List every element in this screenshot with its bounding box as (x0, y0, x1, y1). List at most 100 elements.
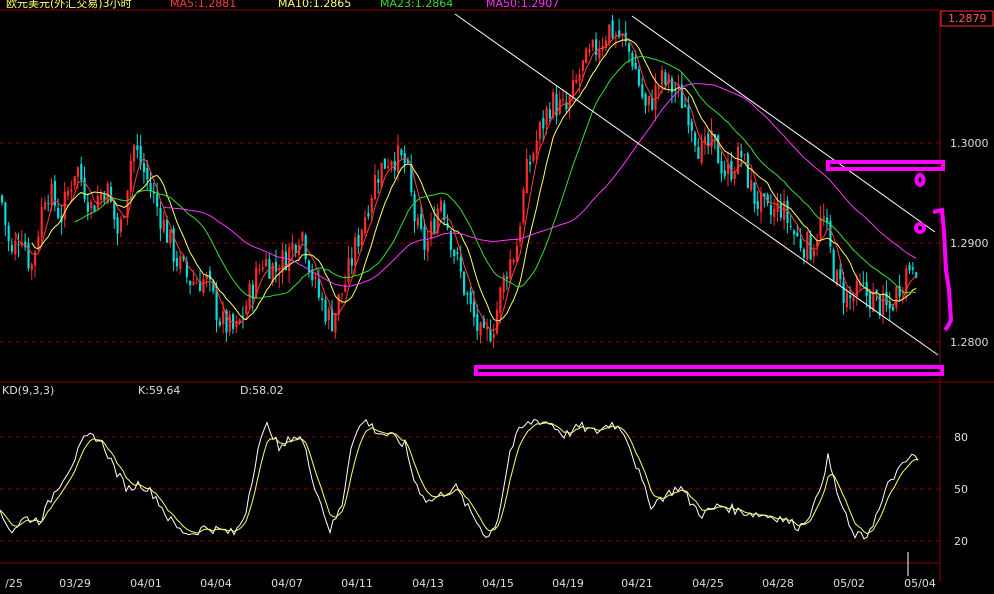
candle-body (796, 232, 799, 237)
candle-body (852, 297, 855, 302)
candle-body (789, 225, 792, 227)
candle-body (472, 301, 476, 318)
price-tick-1.3000: 1.3000 (950, 137, 989, 150)
candle-body (496, 309, 499, 334)
candle-body (882, 292, 885, 315)
candle-body (314, 277, 317, 279)
candle-body (502, 275, 505, 292)
candle-body (575, 79, 578, 83)
candle-body (492, 333, 495, 339)
candle-body (146, 168, 149, 180)
ma10-label: MA10:1.2865 (278, 0, 351, 10)
x-tick-label: 04/28 (762, 577, 794, 590)
candle-body (644, 93, 647, 106)
candle-body (634, 62, 637, 70)
candle-body (248, 283, 251, 307)
candle-body (43, 202, 47, 210)
candle-body (129, 160, 132, 192)
candle-body (746, 153, 749, 188)
candle-body (73, 176, 76, 186)
candle-body (86, 202, 89, 212)
candle-body (657, 87, 660, 89)
ma23-label: MA23:1.2864 (380, 0, 453, 10)
candle-body (258, 269, 261, 271)
d-value-label: D:58.02 (240, 384, 284, 397)
candle-body (390, 161, 393, 167)
candle-body (149, 182, 152, 192)
candle-body (793, 231, 796, 235)
candle-body (581, 60, 584, 71)
candle-body (96, 196, 99, 209)
candle-body (545, 107, 548, 125)
candle-body (357, 234, 360, 247)
candle-body (456, 252, 459, 254)
candle-body (819, 217, 822, 239)
candle-body (628, 43, 631, 52)
candle-body (261, 267, 264, 270)
candle-body (67, 190, 70, 196)
kd-tick-50: 50 (954, 483, 968, 496)
candle-body (611, 20, 614, 38)
candle-body (133, 145, 136, 162)
candle-body (463, 271, 466, 295)
candle-body (802, 249, 806, 258)
candle-body (585, 48, 588, 64)
candle-body (548, 109, 551, 119)
candle-body (4, 202, 7, 225)
candle-body (743, 154, 746, 156)
candle-body (641, 84, 644, 98)
candle-body (113, 202, 116, 220)
candle-body (426, 240, 429, 252)
candle-body (839, 268, 842, 280)
candle-body (664, 72, 667, 85)
candle-body (350, 258, 353, 266)
x-tick-label: /25 (5, 577, 23, 590)
candle-body (529, 162, 532, 165)
candle-body (486, 326, 489, 330)
candle-body (684, 104, 687, 107)
candle-body (208, 271, 212, 280)
candle-body (373, 174, 377, 199)
candle-body (347, 257, 350, 282)
candle-body (430, 221, 433, 239)
candle-body (453, 249, 456, 257)
candle-body (222, 311, 225, 325)
candle-body (192, 281, 195, 285)
candle-body (756, 201, 759, 209)
x-tick-label: 05/02 (833, 577, 865, 590)
candle-body (175, 258, 179, 267)
candle-body (647, 96, 650, 105)
candle-body (397, 145, 400, 173)
candle-body (661, 70, 664, 85)
candle-body (80, 164, 83, 181)
candle-body (321, 298, 324, 301)
candle-body (895, 286, 898, 308)
candle-body (40, 207, 43, 238)
candle-body (344, 284, 347, 292)
candle-body (377, 178, 380, 183)
x-tick-label: 04/11 (341, 577, 373, 590)
candle-body (119, 219, 122, 233)
candle-body (769, 205, 773, 216)
candle-body (93, 205, 96, 212)
candle-body (469, 291, 472, 304)
candle-body (354, 237, 357, 267)
candle-body (195, 282, 198, 284)
candle-body (142, 162, 146, 173)
candle-body (370, 198, 373, 213)
candle-body (439, 200, 443, 211)
candle-body (505, 276, 509, 279)
candle-body (265, 258, 268, 267)
candle-body (723, 170, 726, 177)
candle-body (169, 229, 172, 243)
candle-body (519, 226, 522, 242)
candle-body (753, 182, 756, 204)
candle-body (476, 313, 479, 331)
candle-body (571, 80, 575, 97)
candle-body (779, 203, 782, 218)
candle-body (542, 118, 545, 129)
candle-body (76, 167, 80, 177)
candle-body (317, 279, 320, 298)
candle-body (235, 322, 238, 327)
candle-body (116, 217, 119, 234)
